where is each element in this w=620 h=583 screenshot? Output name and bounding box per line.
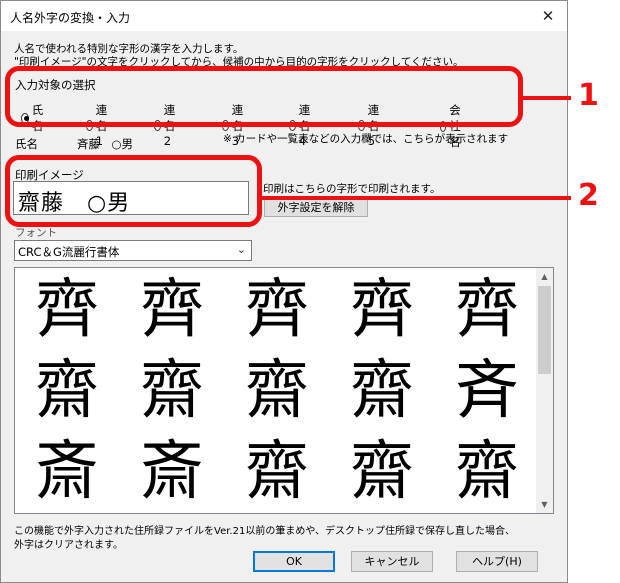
window-title: 人名外字の変換・入力 <box>10 11 131 25</box>
candidate-glyph[interactable]: 齊 <box>23 270 111 350</box>
clear-gaiji-button[interactable]: 外字設定を解除 <box>264 197 368 217</box>
ok-button[interactable]: OK <box>253 551 335 572</box>
footer-line-1: この機能で外字入力された住所録ファイルをVer.21以前の筆まめや、デスクトップ… <box>14 526 516 537</box>
callout-1-number: 1 <box>578 78 599 113</box>
scroll-up-icon[interactable]: ▲ <box>536 268 553 285</box>
close-icon[interactable]: ✕ <box>537 5 559 27</box>
candidate-glyph[interactable]: 齊 <box>338 270 426 350</box>
font-select-value: CRC＆G流麗行書体 <box>18 245 120 259</box>
callout-1-highlight <box>5 66 523 127</box>
candidate-glyph[interactable]: 齊 <box>443 270 531 350</box>
help-button[interactable]: ヘルプ(H) <box>456 551 538 572</box>
callout-2-number: 2 <box>578 178 599 213</box>
cancel-button[interactable]: キャンセル <box>351 551 433 572</box>
candidate-glyph[interactable]: 齋 <box>443 432 531 512</box>
candidate-glyph[interactable]: 齋 <box>233 351 321 431</box>
candidate-grid: 齊 齊 齊 齊 齊 齋 齋 齋 齋 斉 斎 斎 齋 齋 齋 ▲ ▼ <box>14 267 554 514</box>
print-image-note: 印刷はこちらの字形で印刷されます。 <box>263 183 441 195</box>
candidate-glyph[interactable]: 齋 <box>338 351 426 431</box>
candidate-glyph[interactable]: 齋 <box>338 432 426 512</box>
name-note: ※ カードや一覧表などの入力欄では、こちらが表示されます <box>223 133 509 145</box>
candidate-glyph[interactable]: 齋 <box>233 432 321 512</box>
candidate-glyph[interactable]: 斎 <box>128 432 216 512</box>
candidate-glyph[interactable]: 齋 <box>128 351 216 431</box>
candidate-glyph[interactable]: 斎 <box>23 432 111 512</box>
name-label: 氏名 <box>15 137 38 151</box>
footer-line-2: 外字はクリアされます。 <box>14 540 123 551</box>
candidate-glyph[interactable]: 齊 <box>233 270 321 350</box>
chevron-down-icon: ⌄ <box>236 243 246 256</box>
title-bar: 人名外字の変換・入力 ✕ <box>1 1 567 31</box>
callout-2-highlight <box>5 155 262 227</box>
candidate-glyph[interactable]: 齊 <box>128 270 216 350</box>
font-group-label: フォント <box>15 227 57 239</box>
callout-1-line <box>523 96 571 100</box>
vertical-scrollbar[interactable]: ▲ ▼ <box>536 268 553 513</box>
scroll-down-icon[interactable]: ▼ <box>536 496 553 513</box>
scroll-thumb[interactable] <box>538 286 551 374</box>
font-select[interactable]: CRC＆G流麗行書体 ⌄ <box>14 240 252 261</box>
candidate-glyph[interactable]: 齋 <box>23 351 111 431</box>
candidate-glyph[interactable]: 斉 <box>443 351 531 431</box>
callout-2-line <box>262 196 571 200</box>
name-value: 斉藤 ○男 <box>77 137 134 151</box>
